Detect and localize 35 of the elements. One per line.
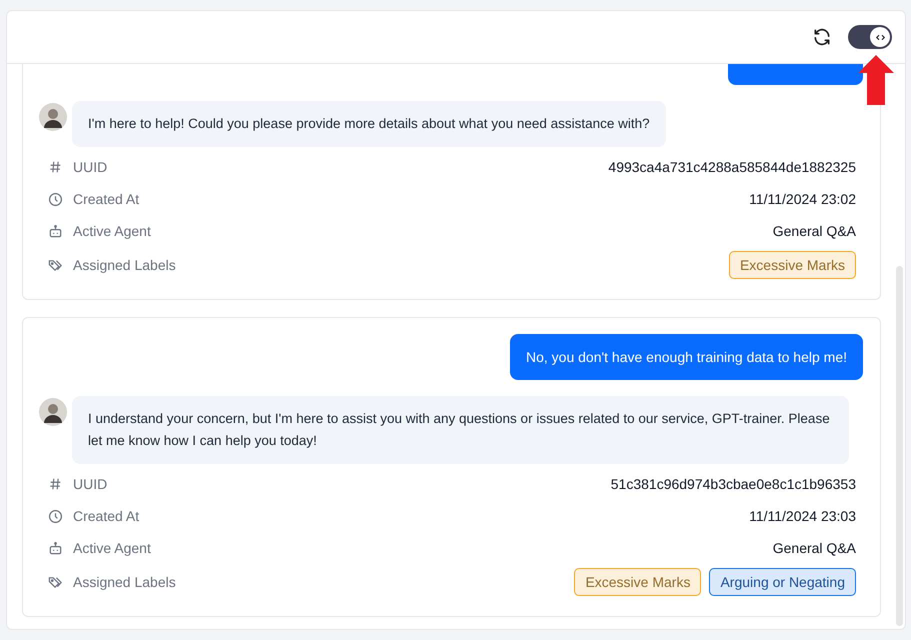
toggle-switch[interactable]	[848, 25, 892, 49]
detail-label: Assigned Labels	[73, 257, 176, 273]
detail-value: 51c381c96d974b3cbae0e8c1c1b96353	[610, 476, 856, 492]
up-arrow-icon	[858, 55, 894, 105]
hash-icon	[48, 160, 63, 174]
clock-icon	[48, 508, 63, 524]
tag-icon	[48, 574, 63, 590]
assistant-message: I understand your concern, but I'm here to assist you with any questions or issues related to our service, GPT-trainer. Please let me know how I can help you today!	[72, 396, 849, 464]
detail-label: UUID	[73, 476, 108, 492]
assistant-message: I'm here to help! Could you please provide more details about what you need assistance with?	[72, 101, 666, 147]
detail-label: Assigned Labels	[73, 574, 176, 590]
avatar	[39, 398, 67, 426]
detail-value: 11/11/2024 23:02	[749, 191, 856, 207]
hash-icon	[48, 477, 63, 491]
label-tag: Excessive Marks	[728, 251, 856, 279]
detail-value: General Q&A	[772, 540, 856, 556]
detail-value: 4993ca4a731c4288a585844de1882325	[608, 159, 856, 175]
detail-label: UUID	[73, 159, 108, 175]
detail-label: Created At	[73, 508, 140, 524]
clock-icon	[48, 192, 63, 206]
robot-icon	[48, 540, 63, 556]
avatar	[39, 103, 67, 131]
detail-value: 11/11/2024 23:03	[749, 508, 856, 524]
code-icon	[876, 34, 884, 40]
user-message: No, you don't have enough training data to help me!	[510, 334, 863, 380]
detail-label: Active Agent	[73, 223, 151, 239]
scrollbar-thumb[interactable]	[896, 266, 903, 626]
refresh-icon[interactable]	[812, 27, 832, 47]
label-tag: Excessive Marks	[574, 568, 702, 596]
detail-label: Active Agent	[73, 540, 151, 556]
robot-icon	[48, 224, 63, 238]
detail-value: General Q&A	[772, 223, 856, 239]
tag-icon	[48, 258, 63, 272]
label-tag: Arguing or Negating	[709, 568, 856, 596]
detail-label: Created At	[73, 191, 140, 207]
